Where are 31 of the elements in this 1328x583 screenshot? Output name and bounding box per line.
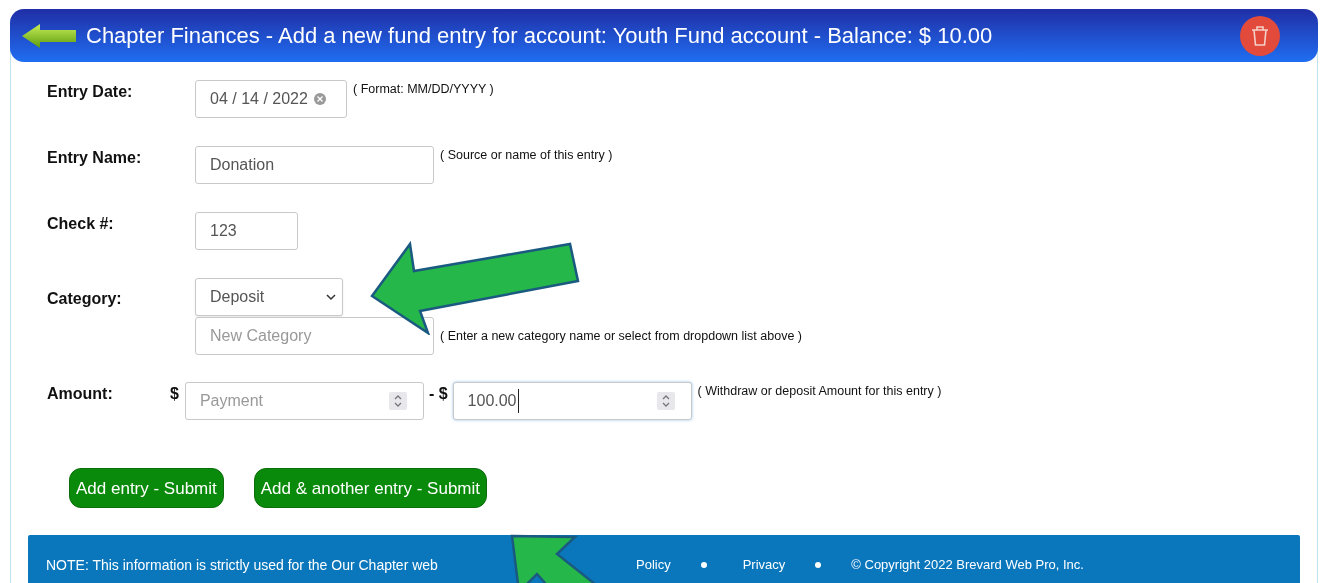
field-label: Amount: [46,384,114,405]
submit-button[interactable]: Add & another entry - Submit [253,468,487,509]
field-hint: ( Source or name of this entry ) [440,147,613,165]
field-label: Entry Name: [46,148,143,169]
field-label: Check #: [46,214,115,235]
field-hint: ( Format: MM/DD/YYYY ) [353,81,494,99]
page-title: Chapter Finances - Add a new fund entry for account: Youth Fund account - Balance: $ 10.00 [86,22,993,51]
input-field[interactable]: 123 [195,212,298,251]
currency-symbol: $ [170,384,179,405]
amount-field[interactable]: 100.00 [452,382,692,421]
field-label: Category: [46,289,123,310]
field-hint: ( Withdraw or deposit Amount for this entry ) [697,383,942,401]
spinner-icon[interactable] [388,392,407,411]
copyright-text: © Copyright 2022 Brevard Web Pro, Inc. [851,556,1084,575]
back-arrow-icon[interactable] [22,22,76,49]
footer-link[interactable]: Policy [636,555,671,575]
footer-note: NOTE: This information is strictly used for the Our Chapter web [46,556,439,576]
trash-icon [1251,24,1269,47]
field-hint: ( Enter a new category name or select from dropdown list above ) [440,328,802,346]
input-field[interactable]: Donation [195,146,434,185]
spinner-icon[interactable] [656,392,675,411]
chevron-down-icon [326,293,336,302]
delete-button[interactable] [1240,15,1280,56]
date-field[interactable]: 04 / 14 / 2022 [195,80,347,119]
footer-link[interactable]: Privacy [742,555,786,575]
clear-icon[interactable] [313,93,326,106]
field-label: Entry Date: [46,82,134,103]
submit-button[interactable]: Add entry - Submit [69,468,224,509]
category-dropdown[interactable]: Deposit [195,278,343,317]
category-input[interactable]: New Category [195,317,434,356]
currency-symbol: - $ [428,384,448,405]
